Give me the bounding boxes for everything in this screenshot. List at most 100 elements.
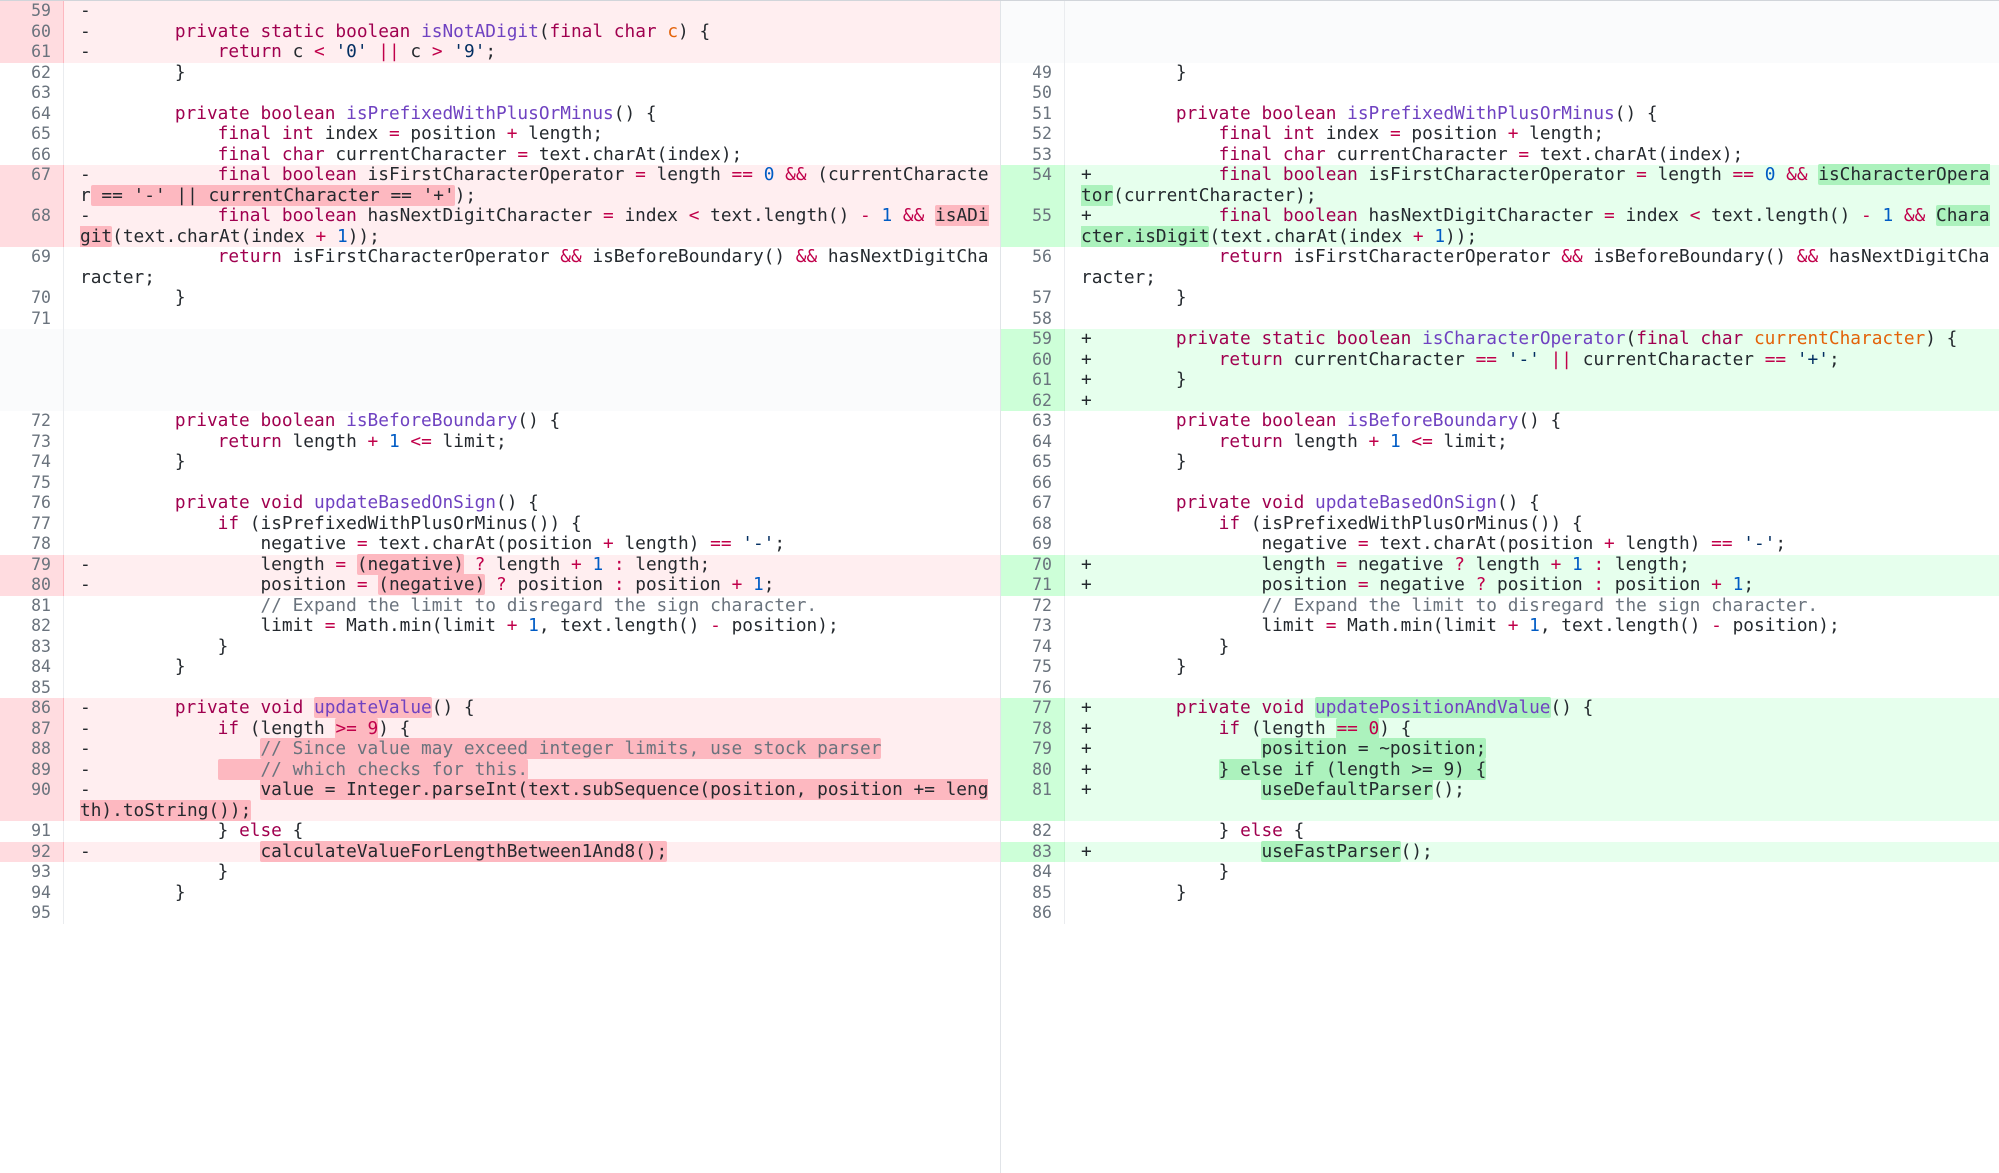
line-number[interactable]: 82 [1001, 821, 1065, 842]
line-number[interactable]: 66 [0, 144, 64, 165]
line-number[interactable]: 57 [1001, 288, 1065, 309]
line-number[interactable]: 80 [0, 575, 64, 596]
line-number[interactable] [1001, 1, 1065, 63]
code-token: // Expand the limit to disregard the sig… [1261, 594, 1819, 616]
code-token: updateBasedOnSign [1315, 492, 1497, 513]
line-number[interactable]: 73 [0, 431, 64, 452]
line-number[interactable]: 50 [1001, 83, 1065, 104]
deletion-marker: - [80, 205, 91, 226]
line-number[interactable]: 68 [0, 206, 64, 247]
code-token: (isPrefixedWithPlusOrMinus()) { [1250, 512, 1583, 534]
line-number[interactable]: 64 [0, 103, 64, 124]
line-number[interactable]: 90 [0, 780, 64, 821]
line-number[interactable]: 62 [0, 62, 64, 83]
code-token: ; [485, 41, 497, 62]
line-number[interactable]: 94 [0, 882, 64, 903]
line-number[interactable]: 63 [0, 83, 64, 104]
line-number[interactable]: 60 [1001, 349, 1065, 370]
line-number[interactable]: 89 [0, 759, 64, 780]
line-number[interactable]: 75 [0, 472, 64, 493]
line-number[interactable]: 68 [1001, 513, 1065, 534]
line-number[interactable]: 62 [1001, 390, 1065, 411]
line-number[interactable]: 92 [0, 841, 64, 862]
code-token: 0 [1764, 164, 1776, 185]
line-number[interactable]: 87 [0, 718, 64, 739]
line-number[interactable]: 67 [1001, 493, 1065, 514]
line-number[interactable]: 84 [1001, 862, 1065, 883]
line-number[interactable]: 61 [1001, 370, 1065, 391]
line-number[interactable]: 61 [0, 42, 64, 63]
line-number[interactable]: 72 [1001, 595, 1065, 616]
code-token: private static boolean [174, 20, 422, 42]
line-number[interactable]: 65 [1001, 452, 1065, 473]
code-token: || [378, 41, 400, 62]
line-number[interactable]: 58 [1001, 308, 1065, 329]
line-number[interactable]: 77 [1001, 698, 1065, 719]
line-number[interactable]: 78 [0, 534, 64, 555]
line-number[interactable]: 59 [0, 1, 64, 22]
line-number[interactable]: 63 [1001, 411, 1065, 432]
line-number[interactable]: 85 [0, 677, 64, 698]
line-number[interactable]: 56 [1001, 247, 1065, 288]
line-number[interactable]: 83 [1001, 841, 1065, 862]
line-number[interactable]: 74 [1001, 636, 1065, 657]
line-number[interactable]: 71 [0, 308, 64, 329]
line-number[interactable]: 76 [1001, 677, 1065, 698]
code-token: 1 [1434, 225, 1446, 247]
line-number[interactable]: 66 [1001, 472, 1065, 493]
line-number[interactable]: 95 [0, 903, 64, 924]
line-number[interactable]: 88 [0, 739, 64, 760]
line-number[interactable]: 70 [1001, 554, 1065, 575]
line-number[interactable]: 49 [1001, 62, 1065, 83]
line-number[interactable]: 70 [0, 288, 64, 309]
line-number[interactable]: 59 [1001, 329, 1065, 350]
line-number[interactable]: 83 [0, 636, 64, 657]
diff-line: 56 return isFirstCharacterOperator && is… [1001, 246, 1999, 288]
line-number[interactable]: 77 [0, 513, 64, 534]
line-number[interactable]: 81 [1001, 780, 1065, 821]
line-number[interactable]: 85 [1001, 882, 1065, 903]
line-number[interactable]: 79 [0, 554, 64, 575]
line-number[interactable]: 72 [0, 411, 64, 432]
line-number[interactable]: 79 [1001, 739, 1065, 760]
line-number[interactable]: 51 [1001, 103, 1065, 124]
line-number[interactable]: 93 [0, 862, 64, 883]
code-token: 1 [592, 553, 604, 575]
line-number[interactable]: 69 [0, 247, 64, 288]
line-number[interactable]: 54 [1001, 165, 1065, 206]
line-number[interactable] [0, 329, 64, 411]
line-number[interactable]: 84 [0, 657, 64, 678]
line-number[interactable]: 86 [0, 698, 64, 719]
code-token: length) [613, 533, 711, 554]
diff-line: 75 } [1001, 656, 1999, 678]
line-number[interactable]: 55 [1001, 206, 1065, 247]
line-number[interactable]: 52 [1001, 124, 1065, 145]
line-number[interactable]: 69 [1001, 534, 1065, 555]
split-diff-view: 59-60- private static boolean isNotADigi… [0, 0, 1999, 1173]
line-number[interactable]: 74 [0, 452, 64, 473]
line-number[interactable]: 91 [0, 821, 64, 842]
line-number[interactable]: 67 [0, 165, 64, 206]
line-number[interactable]: 80 [1001, 759, 1065, 780]
line-number[interactable]: 75 [1001, 657, 1065, 678]
line-number[interactable]: 82 [0, 616, 64, 637]
line-number[interactable]: 81 [0, 595, 64, 616]
line-number[interactable]: 76 [0, 493, 64, 514]
code-token: && [795, 246, 818, 267]
code-token: <= [1411, 430, 1433, 452]
line-number[interactable]: 73 [1001, 616, 1065, 637]
line-number[interactable]: 86 [1001, 903, 1065, 924]
line-number[interactable]: 53 [1001, 144, 1065, 165]
line-number[interactable]: 60 [0, 21, 64, 42]
code-token: index [1325, 123, 1390, 144]
addition-marker: + [1081, 779, 1092, 800]
line-number[interactable]: 71 [1001, 575, 1065, 596]
line-number[interactable]: 65 [0, 124, 64, 145]
line-number[interactable]: 78 [1001, 718, 1065, 739]
line-number[interactable]: 64 [1001, 431, 1065, 452]
